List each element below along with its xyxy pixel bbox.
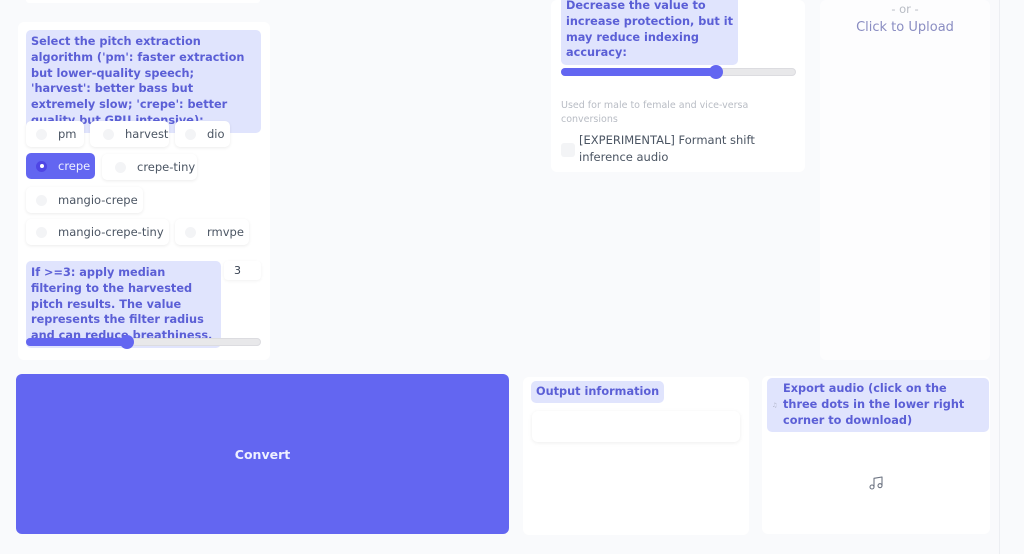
radio-indicator <box>36 128 47 140</box>
radio-label: harvest <box>125 127 169 141</box>
radio-indicator <box>36 194 47 206</box>
radio-dio[interactable]: dio <box>175 121 230 147</box>
median-filter-number-input[interactable] <box>224 261 261 280</box>
radio-indicator <box>185 128 196 140</box>
slider-fill <box>26 338 127 346</box>
slider-thumb[interactable] <box>708 65 723 79</box>
radio-pm[interactable]: pm <box>26 121 84 147</box>
audio-upload-dropzone[interactable] <box>820 0 990 360</box>
pitch-algorithm-label: Select the pitch extraction algorithm ('… <box>26 30 261 133</box>
output-info-textbox[interactable] <box>532 411 740 442</box>
radio-indicator <box>115 161 126 173</box>
slider-fill <box>561 68 715 76</box>
previous-card-edge <box>26 0 260 3</box>
protect-slider[interactable] <box>561 65 796 79</box>
protect-label: Decrease the value to increase protectio… <box>561 0 738 66</box>
output-info-label: Output information <box>531 381 665 403</box>
radio-crepe[interactable]: crepe <box>26 153 95 179</box>
radio-crepe-tiny[interactable]: crepe-tiny <box>102 154 197 180</box>
radio-label: pm <box>58 127 77 141</box>
formant-hint-text: Used for male to female and vice-versa c… <box>561 100 749 125</box>
formant-shift-checkbox[interactable] <box>561 143 575 157</box>
click-to-upload-link[interactable]: Click to Upload <box>820 20 990 35</box>
radio-indicator <box>36 160 47 172</box>
music-icon <box>869 476 883 490</box>
export-audio-label: Export audio (click on the three dots in… <box>767 378 989 433</box>
radio-label: mangio-crepe <box>58 193 138 207</box>
radio-harvest[interactable]: harvest <box>90 121 169 147</box>
radio-mangio-crepe[interactable]: mangio-crepe <box>26 187 143 213</box>
radio-indicator <box>185 226 196 238</box>
radio-mangio-crepe-tiny[interactable]: mangio-crepe-tiny <box>26 219 169 245</box>
radio-label: mangio-crepe-tiny <box>58 225 164 239</box>
radio-indicator <box>36 226 47 238</box>
formant-shift-label[interactable]: [EXPERIMENTAL] Formant shift inference a… <box>579 132 799 165</box>
upload-or-text: - or - <box>891 2 919 16</box>
radio-rmvpe[interactable]: rmvpe <box>175 219 249 245</box>
convert-button[interactable]: Convert <box>16 374 509 534</box>
median-filter-slider[interactable] <box>26 335 261 349</box>
radio-label: crepe-tiny <box>137 160 196 174</box>
column-divider <box>999 0 1000 554</box>
radio-label: rmvpe <box>207 225 244 239</box>
radio-indicator <box>103 128 114 140</box>
radio-label: dio <box>207 127 225 141</box>
radio-label: crepe <box>58 159 91 173</box>
audio-label-icon: ♫ <box>772 402 778 409</box>
